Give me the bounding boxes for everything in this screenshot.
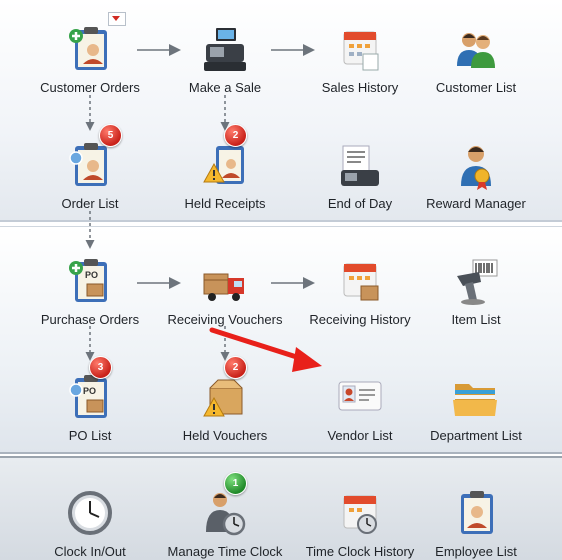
notification-badge: 1 [224, 472, 247, 495]
clipboard-add-icon [69, 27, 107, 70]
tile-label: Vendor List [327, 428, 393, 443]
tile-customer-orders[interactable]: Customer Orders [25, 22, 155, 95]
tile-held-receipts[interactable]: Held Receipts 2 [160, 124, 290, 211]
tile-label: Employee List [435, 544, 517, 559]
tile-po-list[interactable]: PO PO List 3 [25, 356, 155, 443]
tile-purchase-orders[interactable]: PO Purchase Orders [25, 254, 155, 327]
tile-label: Item List [451, 312, 501, 327]
employee-clipboard-icon [461, 491, 493, 534]
folder-icon [453, 384, 497, 416]
notification-badge: 5 [99, 124, 122, 147]
tile-vendor-list[interactable]: Vendor List [295, 370, 425, 443]
po-icon-text: PO [83, 386, 96, 396]
tile-label: Reward Manager [426, 196, 526, 211]
tile-label: Sales History [321, 80, 399, 95]
barcode-scanner-icon [457, 259, 498, 305]
held-receipt-icon [203, 146, 244, 184]
tile-label: Make a Sale [188, 80, 262, 95]
tile-receiving-vouchers[interactable]: Receiving Vouchers [160, 254, 290, 327]
tile-customer-list[interactable]: Customer List [411, 22, 541, 95]
vendor-card-icon [338, 381, 382, 411]
customers-icon [457, 33, 495, 68]
tile-label: PO List [68, 428, 112, 443]
tile-time-clock-history[interactable]: Time Clock History [295, 486, 425, 559]
notification-badge: 3 [89, 356, 112, 379]
tile-label: Customer Orders [40, 80, 140, 95]
calendar-clock-icon [343, 495, 377, 534]
tile-employee-list[interactable]: Employee List [411, 486, 541, 559]
delivery-truck-icon [203, 273, 244, 301]
tile-receiving-history[interactable]: Receiving History [295, 254, 425, 327]
calendar-box-icon [343, 263, 379, 301]
tile-label: Manage Time Clock [167, 544, 283, 559]
tile-label: Order List [61, 196, 119, 211]
clock-icon [68, 491, 112, 535]
tile-label: Held Vouchers [182, 428, 268, 443]
held-box-icon [203, 379, 243, 417]
notification-badge: 2 [224, 356, 247, 379]
tile-label: Receiving Vouchers [167, 312, 283, 327]
reward-manager-icon [461, 146, 491, 190]
tile-label: Receiving History [309, 312, 411, 327]
tile-item-list[interactable]: Item List [411, 254, 541, 327]
tile-label: Clock In/Out [54, 544, 126, 559]
tile-department-list[interactable]: Department List [411, 370, 541, 443]
tile-label: Customer List [435, 80, 517, 95]
tile-label: Department List [430, 428, 522, 443]
calendar-receipt-icon [343, 31, 379, 71]
cash-register-icon [204, 28, 246, 71]
notification-badge: 2 [224, 124, 247, 147]
tile-label: End of Day [327, 196, 393, 211]
tile-make-a-sale[interactable]: Make a Sale [160, 22, 290, 95]
tile-label: Purchase Orders [40, 312, 140, 327]
purchase-order-add-icon: PO [69, 259, 107, 302]
employee-clock-icon [206, 493, 246, 536]
tile-label: Held Receipts [184, 196, 266, 211]
tile-end-of-day[interactable]: End of Day [295, 138, 425, 211]
tile-held-vouchers[interactable]: Held Vouchers 2 [160, 356, 290, 443]
tile-clock-in-out[interactable]: Clock In/Out [25, 486, 155, 559]
tile-manage-time-clock[interactable]: Manage Time Clock 1 [160, 472, 290, 559]
po-list-icon: PO [69, 375, 107, 418]
tile-reward-manager[interactable]: Reward Manager [411, 138, 541, 211]
po-icon-text: PO [85, 270, 98, 280]
tile-sales-history[interactable]: Sales History [295, 22, 425, 95]
end-of-day-report-icon [341, 145, 379, 186]
tile-order-list[interactable]: Order List 5 [25, 124, 155, 211]
tile-label: Time Clock History [305, 544, 415, 559]
